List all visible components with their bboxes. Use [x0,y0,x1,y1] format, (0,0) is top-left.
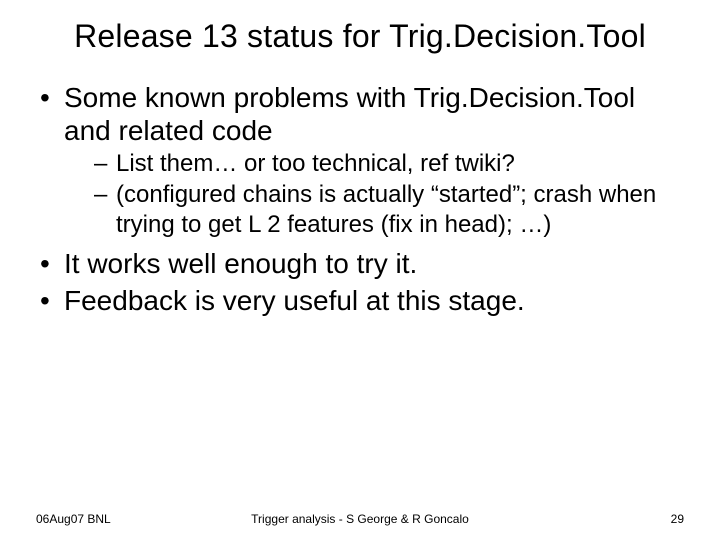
bullet-item: It works well enough to try it. [36,247,684,280]
footer-page-number: 29 [671,512,684,526]
bullet-text: Some known problems with Trig.Decision.T… [64,82,635,146]
bullet-text: It works well enough to try it. [64,248,417,279]
sub-bullet-item: (configured chains is actually “started”… [64,180,684,239]
sub-bullet-list: List them… or too technical, ref twiki? … [64,149,684,239]
bullet-item: Feedback is very useful at this stage. [36,284,684,317]
bullet-text: Feedback is very useful at this stage. [64,285,525,316]
bullet-list: Some known problems with Trig.Decision.T… [36,81,684,317]
sub-bullet-item: List them… or too technical, ref twiki? [64,149,684,178]
bullet-item: Some known problems with Trig.Decision.T… [36,81,684,239]
sub-bullet-text: List them… or too technical, ref twiki? [116,150,515,177]
slide: Release 13 status for Trig.Decision.Tool… [0,0,720,540]
footer-center: Trigger analysis - S George & R Goncalo [0,512,720,526]
slide-title: Release 13 status for Trig.Decision.Tool [36,18,684,55]
sub-bullet-text: (configured chains is actually “started”… [116,181,656,237]
